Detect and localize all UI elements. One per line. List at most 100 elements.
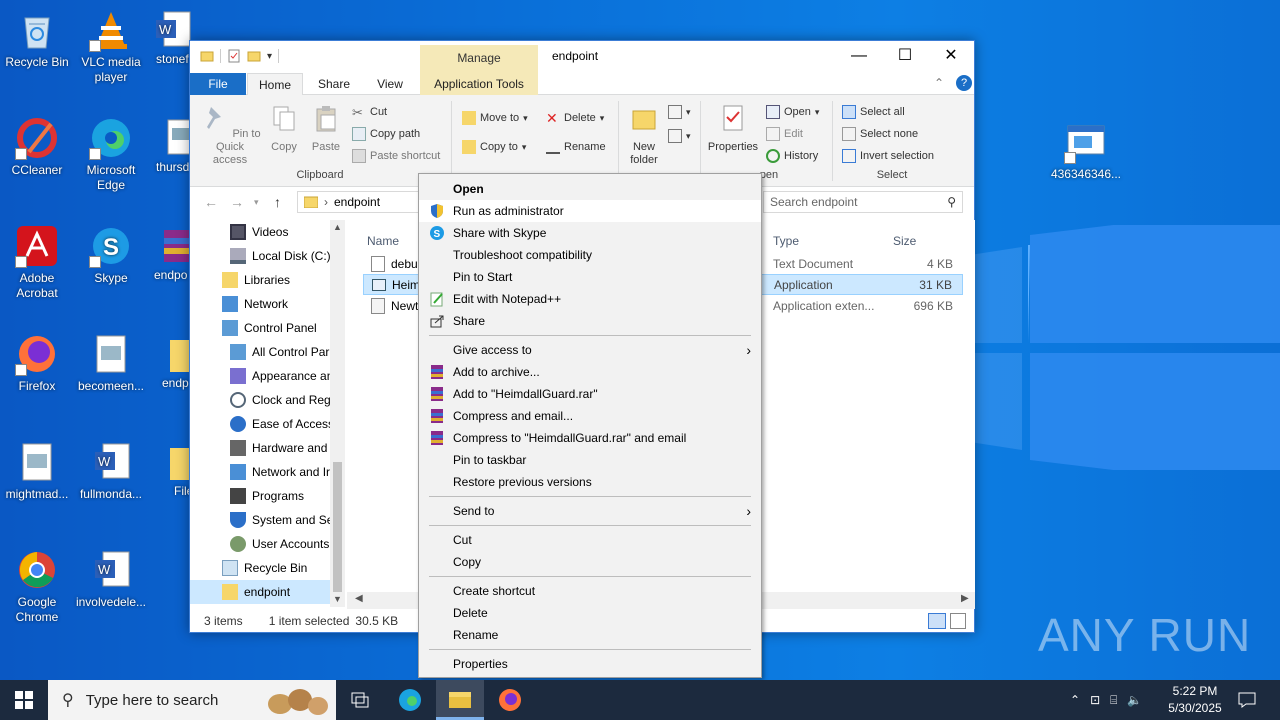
nav-item-network[interactable]: Network [190,292,345,316]
paste-shortcut-button[interactable]: Paste shortcut [352,149,440,163]
address-bar[interactable]: › endpoint [297,191,422,213]
menu-item-copy[interactable]: Copy [419,551,761,573]
column-header-name[interactable]: Name [367,234,399,248]
menu-item-give-access-to[interactable]: Give access to › [419,339,761,361]
desktop-icon-skype[interactable]: S Skype [74,224,148,286]
up-arrow-icon[interactable]: ↑ [274,194,281,210]
menu-item-rename[interactable]: Rename [419,624,761,646]
scroll-down-icon[interactable]: ▼ [333,594,342,604]
nav-item-videos[interactable]: Videos [190,220,345,244]
desktop-icon-file-folder[interactable]: File [150,440,194,499]
search-input[interactable]: Search endpoint ⚲ [763,191,963,213]
tab-share[interactable]: Share [310,73,358,95]
scroll-left-icon[interactable]: ◀ [355,593,363,604]
nav-item-ease-of-access[interactable]: Ease of Access [190,412,345,436]
menu-item-open[interactable]: Open [419,178,761,200]
copy-path-button[interactable]: Copy path [352,127,420,141]
taskbar-firefox[interactable] [486,680,534,720]
pin-to-quick-access-button[interactable]: Pin to Quick access [198,103,262,167]
desktop-icon-mightmad[interactable]: mightmad... [0,440,74,502]
rename-button[interactable]: Rename [546,140,606,154]
chevron-down-icon[interactable]: ▾ [267,51,272,62]
select-all-button[interactable]: Select all [842,105,905,119]
desktop-icon-chrome[interactable]: Google Chrome [0,548,74,625]
breadcrumb[interactable]: endpoint [334,195,380,209]
desktop-icon-firefox[interactable]: Firefox [0,332,74,394]
new-item-button[interactable]: ▾ [668,105,691,119]
menu-item-create-shortcut[interactable]: Create shortcut [419,580,761,602]
nav-item-libraries[interactable]: Libraries [190,268,345,292]
menu-item-add-to-archive[interactable]: Add to archive... [419,361,761,383]
move-to-button[interactable]: Move to ▾ [462,111,528,125]
paste-button[interactable]: Paste [308,103,344,154]
taskbar-edge[interactable] [386,680,434,720]
desktop-icon-vlc[interactable]: VLC media player [74,8,148,85]
properties-button[interactable]: Properties [704,103,762,154]
delete-button[interactable]: ✕ Delete ▾ [546,111,604,125]
notification-center-button[interactable] [1238,680,1256,720]
menu-item-restore-previous-versions[interactable]: Restore previous versions [419,471,761,493]
taskbar-file-explorer[interactable] [436,680,484,720]
taskbar-search[interactable]: ⚲ Type here to search [48,680,336,720]
menu-item-share[interactable]: Share [419,310,761,332]
desktop-icon-ccleaner[interactable]: CCleaner [0,116,74,178]
scrollbar-thumb[interactable] [333,462,342,592]
select-none-button[interactable]: Select none [842,127,918,141]
collapse-ribbon-icon[interactable]: ⌃ [934,76,944,90]
close-button[interactable]: ✕ [928,41,974,71]
nav-item-network-internet[interactable]: Network and Ir [190,460,345,484]
history-button[interactable]: History [766,149,818,163]
new-folder-button[interactable]: New folder [622,103,666,167]
copy-button[interactable]: Copy [266,103,302,154]
volume-icon[interactable]: 🔈 [1127,693,1142,707]
nav-scrollbar[interactable]: ▲ ▼ [330,220,345,607]
back-arrow-icon[interactable]: ← [204,194,218,210]
tab-view[interactable]: View [366,73,414,95]
meet-now-icon[interactable]: ⊡ [1090,693,1100,707]
desktop-icon-recycle-bin[interactable]: Recycle Bin [0,8,74,70]
nav-item-endpoint[interactable]: endpoint [190,580,345,604]
menu-item-edit-with-notepadpp[interactable]: Edit with Notepad++ [419,288,761,310]
chevron-up-icon[interactable]: ⌃ [1070,693,1080,707]
tab-application-tools[interactable]: Application Tools [420,73,538,95]
desktop-icon-edge[interactable]: Microsoft Edge [74,116,148,193]
column-header-type[interactable]: Type [773,234,799,248]
properties-icon[interactable] [227,49,241,63]
network-icon[interactable]: ⌸ [1110,693,1117,708]
nav-item-recycle-bin[interactable]: Recycle Bin [190,556,345,580]
menu-item-compress-to-rar-and-email[interactable]: Compress to "HeimdallGuard.rar" and emai… [419,427,761,449]
menu-item-cut[interactable]: Cut [419,529,761,551]
desktop-icon-involvedele[interactable]: W involvedele... [74,548,148,610]
new-folder-icon[interactable] [247,49,261,63]
desktop-icon-endp-folder[interactable]: endp [150,332,194,391]
tab-file[interactable]: File [190,73,246,95]
manage-tab[interactable]: Manage [420,45,538,73]
invert-selection-button[interactable]: Invert selection [842,149,934,163]
desktop-icon-endpo-archive[interactable]: endpo [150,224,194,283]
taskbar-clock[interactable]: 5:22 PM 5/30/2025 [1164,683,1226,717]
edit-button[interactable]: Edit [766,127,803,141]
menu-item-properties[interactable]: Properties [419,653,761,675]
open-button[interactable]: Open ▾ [766,105,819,119]
nav-item-hardware[interactable]: Hardware and [190,436,345,460]
forward-arrow-icon[interactable]: → [230,194,244,210]
tab-home[interactable]: Home [247,73,303,96]
menu-item-add-to-rar[interactable]: Add to "HeimdallGuard.rar" [419,383,761,405]
desktop-icon-436346346[interactable]: 436346346... [1046,120,1126,182]
menu-item-send-to[interactable]: Send to › [419,500,761,522]
menu-item-pin-to-taskbar[interactable]: Pin to taskbar [419,449,761,471]
column-header-size[interactable]: Size [893,234,916,248]
nav-item-local-disk[interactable]: Local Disk (C:) [190,244,345,268]
menu-item-troubleshoot-compatibility[interactable]: Troubleshoot compatibility [419,244,761,266]
menu-item-run-as-administrator[interactable]: Run as administrator [419,200,761,222]
desktop-icon-becomeen[interactable]: becomeen... [74,332,148,394]
nav-item-user-accounts[interactable]: User Accounts [190,532,345,556]
maximize-button[interactable]: ☐ [882,41,928,71]
easy-access-button[interactable]: ▾ [668,129,691,143]
help-icon[interactable]: ? [956,75,972,91]
menu-item-share-with-skype[interactable]: S Share with Skype [419,222,761,244]
scroll-up-icon[interactable]: ▲ [333,222,342,232]
large-icons-view-icon[interactable] [950,613,966,629]
menu-item-compress-and-email[interactable]: Compress and email... [419,405,761,427]
nav-item-all-control-panel[interactable]: All Control Par [190,340,345,364]
